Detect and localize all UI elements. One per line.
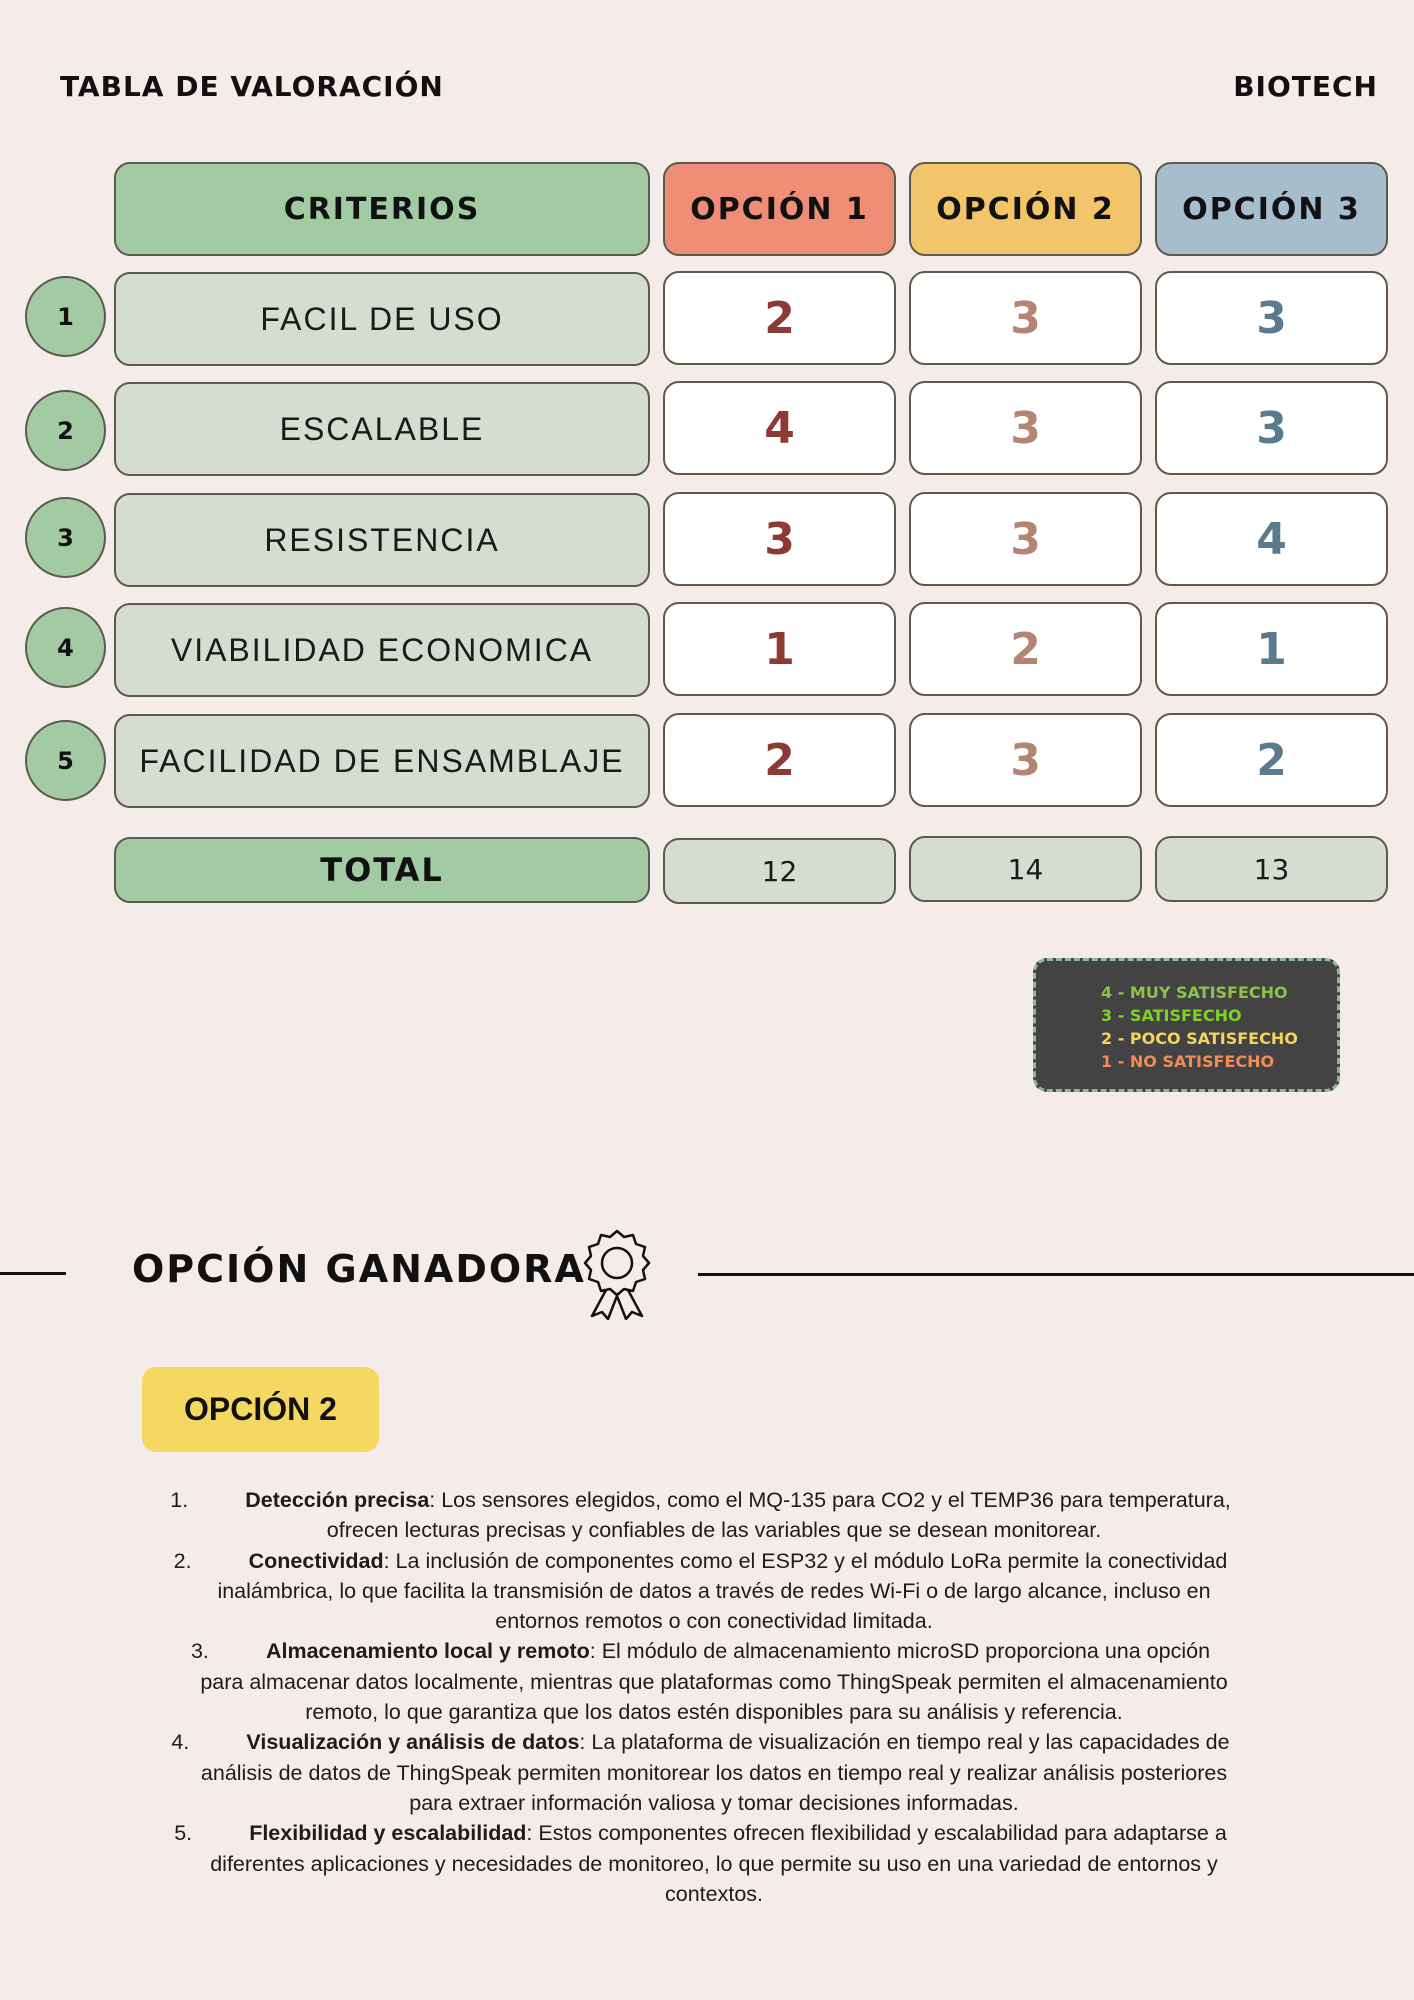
total-cell: 13 <box>1155 836 1388 902</box>
list-number: 4. <box>171 1730 190 1755</box>
criterion-label: ESCALABLE <box>114 382 650 476</box>
legend-item: 3 - SATISFECHO <box>1101 1006 1242 1025</box>
option-1-header: OPCIÓN 1 <box>663 162 896 256</box>
score-cell: 4 <box>663 381 896 475</box>
section-title: OPCIÓN GANADORA <box>132 1247 586 1291</box>
page-title: TABLA DE VALORACIÓN <box>60 70 444 103</box>
criterion-label: FACILIDAD DE ENSAMBLAJE <box>114 714 650 808</box>
brand-name: BIOTECH <box>1233 70 1378 103</box>
score-cell: 3 <box>909 381 1142 475</box>
criterion-label: RESISTENCIA <box>114 493 650 587</box>
score-cell: 2 <box>1155 713 1388 807</box>
reason-title: Flexibilidad y escalabilidad <box>249 1821 527 1846</box>
award-ribbon-icon <box>582 1228 652 1321</box>
row-number: 3 <box>25 497 106 578</box>
list-item: 5. Flexibilidad y escalabilidad: Estos co… <box>174 1818 1232 1909</box>
score-cell: 1 <box>663 602 896 696</box>
list-item: 4. Visualización y análisis de datos: La … <box>171 1727 1232 1818</box>
score-cell: 3 <box>909 713 1142 807</box>
score-cell: 2 <box>909 602 1142 696</box>
score-cell: 4 <box>1155 492 1388 586</box>
list-number: 1. <box>170 1488 189 1512</box>
total-cell: 12 <box>663 838 896 904</box>
row-number: 1 <box>25 276 106 357</box>
criteria-header: CRITERIOS <box>114 162 650 256</box>
reason-title: Almacenamiento local y remoto <box>265 1639 590 1664</box>
score-cell: 3 <box>1155 271 1388 365</box>
list-item: 3. Almacenamiento local y remoto: El módu… <box>191 1636 1232 1727</box>
divider-line <box>0 1272 66 1275</box>
score-cell: 3 <box>1155 381 1388 475</box>
reason-title: Conectividad <box>248 1548 384 1573</box>
row-number: 4 <box>25 607 106 688</box>
legend-item: 2 - POCO SATISFECHO <box>1101 1029 1298 1048</box>
score-cell: 3 <box>909 271 1142 365</box>
winner-option-badge: OPCIÓN 2 <box>142 1367 379 1452</box>
row-number: 5 <box>25 720 106 801</box>
row-number: 2 <box>25 390 106 471</box>
total-label: TOTAL <box>114 837 650 903</box>
divider-line <box>698 1273 1414 1276</box>
score-cell: 3 <box>909 492 1142 586</box>
reason-title: Visualización y análisis de datos <box>246 1730 580 1755</box>
reason-text: : Los sensores elegidos, como el MQ-135 … <box>326 1488 1231 1543</box>
option-3-header: OPCIÓN 3 <box>1155 162 1388 256</box>
score-cell: 1 <box>1155 602 1388 696</box>
criterion-label: FACIL DE USO <box>114 272 650 366</box>
list-item: 2. Conectividad: La inclusión de componen… <box>174 1546 1232 1637</box>
score-cell: 2 <box>663 271 896 365</box>
legend-item: 4 - MUY SATISFECHO <box>1101 983 1288 1002</box>
list-number: 3. <box>190 1639 209 1664</box>
list-item: 1. Detección precisa: Los sensores elegid… <box>170 1485 1232 1546</box>
criterion-label: VIABILIDAD ECONOMICA <box>114 603 650 697</box>
list-number: 5. <box>174 1821 193 1846</box>
legend-item: 1 - NO SATISFECHO <box>1101 1052 1275 1071</box>
score-legend: 4 - MUY SATISFECHO 3 - SATISFECHO 2 - PO… <box>1033 958 1340 1092</box>
reason-title: Detección precisa <box>245 1488 430 1512</box>
score-cell: 2 <box>663 713 896 807</box>
total-cell: 14 <box>909 836 1142 902</box>
reasons-list: 1. Detección precisa: Los sensores elegid… <box>170 1485 1232 1909</box>
score-cell: 3 <box>663 492 896 586</box>
list-number: 2. <box>173 1548 192 1573</box>
option-2-header: OPCIÓN 2 <box>909 162 1142 256</box>
